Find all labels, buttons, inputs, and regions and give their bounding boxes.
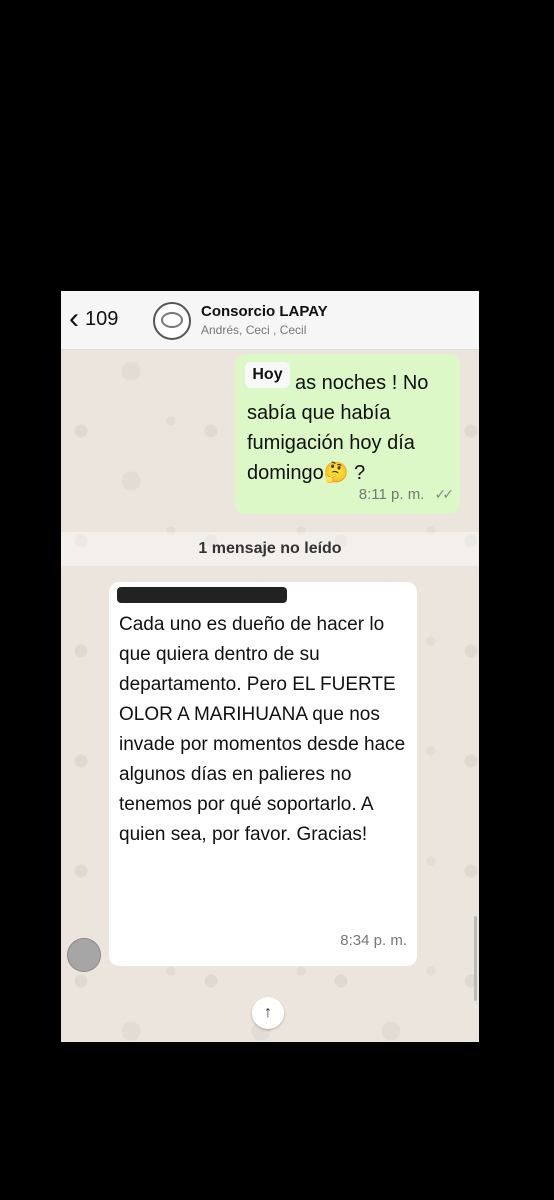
group-avatar[interactable] [153,302,191,340]
outgoing-message-meta: 8:11 p. m. ✓✓ [358,486,455,503]
date-chip: Hoy [245,362,290,388]
chat-screen: ‹ 109 Consorcio LAPAY Andrés, Ceci , Cec… [61,291,479,1042]
unread-separator: 1 mensaje no leído [61,532,479,566]
chevron-left-icon: ‹ [69,302,79,335]
incoming-message[interactable]: Cada uno es dueño de hacer lo que quiera… [109,582,417,966]
group-members[interactable]: Andrés, Ceci , Cecil [201,323,476,337]
double-check-icon: ✓✓ [434,486,455,502]
outgoing-message[interactable]: as noches ! No sabía que había fumigació… [235,354,460,514]
arrow-up-icon: ↑ [264,1004,272,1021]
sender-name-redacted [117,587,287,603]
scrollbar[interactable] [474,916,477,1001]
scroll-to-bottom-button[interactable]: ↑ [252,997,284,1029]
chat-header: ‹ 109 Consorcio LAPAY Andrés, Ceci , Cec… [61,291,479,350]
back-button[interactable]: ‹ 109 [69,304,118,334]
group-name[interactable]: Consorcio LAPAY [201,303,476,320]
unread-count: 109 [85,307,119,330]
incoming-time: 8:34 p. m. [340,932,407,949]
avatar[interactable] [67,938,101,972]
outgoing-time: 8:11 p. m. [358,486,425,503]
incoming-message-text: Cada uno es dueño de hacer lo que quiera… [119,614,406,845]
